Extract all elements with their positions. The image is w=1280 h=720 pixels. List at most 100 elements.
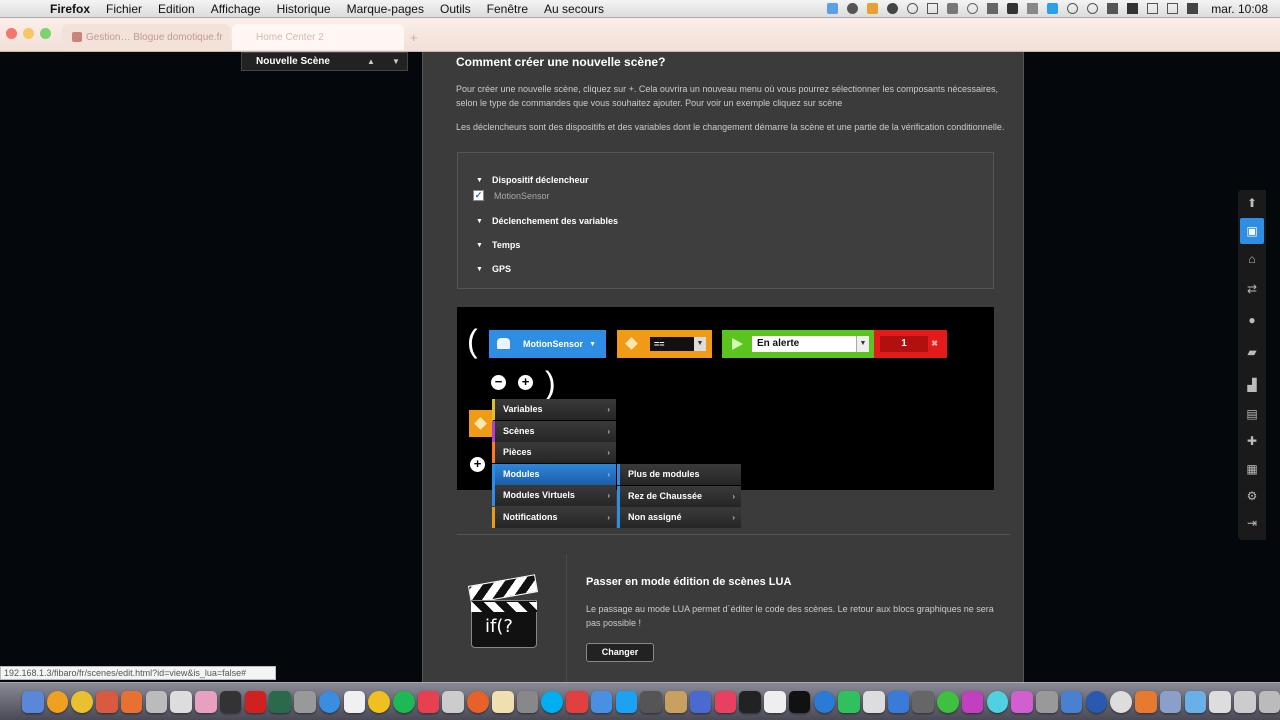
value-field[interactable]: 1	[880, 336, 928, 352]
change-mode-button[interactable]: Changer	[586, 643, 654, 662]
operator-select[interactable]: == ▼	[650, 337, 706, 351]
finder-icon[interactable]	[22, 690, 44, 713]
minimize-window-button[interactable]	[23, 28, 34, 39]
app-icon[interactable]	[986, 690, 1009, 713]
clipboard-icon[interactable]: ▦	[1245, 462, 1259, 476]
app-icon[interactable]	[442, 690, 465, 713]
value-block[interactable]: 1 ✖	[874, 330, 947, 358]
app-icon[interactable]	[1233, 690, 1256, 713]
document-icon[interactable]	[170, 690, 192, 713]
app-icon[interactable]	[566, 690, 588, 713]
app-icon[interactable]	[244, 690, 267, 713]
save-icon[interactable]: ▣	[1240, 218, 1264, 244]
display-icon[interactable]	[1167, 3, 1179, 14]
books-icon[interactable]	[665, 690, 687, 713]
state-select[interactable]: En alerte ▼	[752, 336, 869, 352]
app-icon[interactable]	[887, 690, 910, 713]
app-icon[interactable]	[689, 690, 712, 713]
calendar-icon[interactable]	[343, 690, 366, 713]
app-icon[interactable]	[764, 690, 786, 713]
app-icon[interactable]	[912, 690, 934, 713]
twitter-icon[interactable]	[615, 690, 638, 713]
operator-block[interactable]: == ▼	[617, 330, 712, 358]
chart-icon[interactable]: ▟	[1245, 378, 1259, 392]
skype-icon[interactable]	[541, 690, 563, 713]
dropbox-icon[interactable]	[827, 3, 839, 14]
firefox-icon[interactable]	[467, 690, 489, 713]
add-condition-button[interactable]: +	[518, 375, 533, 390]
checkbox[interactable]: ✓	[473, 190, 484, 201]
device-block[interactable]: MotionSensor ▼	[489, 330, 606, 358]
spotify-icon[interactable]	[393, 690, 415, 713]
time-machine-icon[interactable]	[1087, 3, 1099, 14]
battery-icon[interactable]	[1007, 3, 1019, 14]
menu-fichier[interactable]: Fichier	[98, 2, 150, 16]
new-tab-icon[interactable]: +	[410, 30, 418, 45]
menu-item-modules[interactable]: Modules ›	[492, 463, 616, 485]
close-icon[interactable]: ✖	[931, 339, 938, 348]
menu-outils[interactable]: Outils	[432, 2, 479, 16]
wifi-icon[interactable]	[1147, 3, 1159, 14]
headphones-icon[interactable]	[887, 3, 899, 14]
app-icon[interactable]	[120, 690, 143, 713]
chevron-up-icon[interactable]: ▲	[367, 57, 375, 66]
menu-affichage[interactable]: Affichage	[203, 2, 269, 16]
state-block[interactable]: En alerte ▼	[722, 330, 874, 358]
gift-icon[interactable]: ▤	[1245, 407, 1259, 421]
app-icon[interactable]	[838, 690, 860, 713]
app-icon[interactable]	[862, 690, 885, 713]
activity-monitor-icon[interactable]	[269, 690, 291, 713]
menu-item-pieces[interactable]: Pièces ›	[492, 442, 616, 464]
menu-marque-pages[interactable]: Marque-pages	[339, 2, 432, 16]
zoom-window-button[interactable]	[40, 28, 51, 39]
app-icon[interactable]	[1085, 690, 1108, 713]
app-icon[interactable]	[195, 690, 217, 713]
sync-icon[interactable]	[907, 3, 919, 14]
trash-icon[interactable]	[1258, 690, 1280, 713]
app-icon[interactable]	[1135, 690, 1157, 713]
menu-item-modules-virtuels[interactable]: Modules Virtuels ›	[492, 485, 616, 507]
clapper-icon[interactable]: ▰	[1245, 345, 1259, 359]
downloads-icon[interactable]	[1184, 690, 1207, 713]
submenu-item-plus-de-modules[interactable]: Plus de modules	[617, 464, 741, 485]
terminal-icon[interactable]	[739, 690, 761, 713]
app-icon[interactable]	[219, 690, 242, 713]
plugins-icon[interactable]: ✚	[1245, 434, 1259, 448]
trigger-device-item[interactable]: ✓ MotionSensor	[473, 190, 550, 201]
app-icon[interactable]	[714, 690, 737, 713]
submenu-item-rez-de-chaussee[interactable]: Rez de Chaussée ›	[617, 485, 741, 507]
app-icon[interactable]	[1060, 690, 1083, 713]
app-icon[interactable]	[640, 690, 662, 713]
info-icon[interactable]	[1067, 3, 1079, 14]
app-icon[interactable]	[491, 690, 514, 713]
menu-item-scenes[interactable]: Scènes ›	[492, 420, 616, 442]
browser-tab-active[interactable]: Home Center 2	[232, 24, 404, 50]
drive-icon[interactable]	[867, 3, 879, 14]
app-icon[interactable]	[1011, 690, 1033, 713]
app-icon[interactable]	[813, 690, 836, 713]
scene-name-bar[interactable]: Nouvelle Scène ▲ ▼	[241, 52, 408, 71]
app-icon[interactable]	[1036, 690, 1058, 713]
screen-icon[interactable]	[927, 3, 939, 14]
help-icon[interactable]	[1110, 690, 1132, 713]
remove-condition-button[interactable]: −	[491, 375, 506, 390]
volume-icon[interactable]	[1187, 3, 1199, 14]
gear-icon[interactable]: ⚙	[1245, 489, 1259, 503]
trigger-device-header[interactable]: ▼ Dispositif déclencheur	[476, 175, 589, 185]
keyboard-icon[interactable]	[1107, 3, 1119, 14]
app-icon[interactable]	[96, 690, 118, 713]
app-icon[interactable]	[516, 690, 539, 713]
sonos-icon[interactable]	[788, 690, 811, 713]
add-block-button[interactable]: +	[470, 457, 485, 472]
cast-icon[interactable]	[1027, 3, 1039, 14]
preview-icon[interactable]	[145, 690, 168, 713]
operator-mini-block[interactable]	[469, 410, 493, 437]
documents-icon[interactable]	[1209, 690, 1231, 713]
bulb-icon[interactable]: ●	[1245, 313, 1259, 327]
app-icon[interactable]	[368, 690, 390, 713]
app-icon[interactable]	[937, 690, 959, 713]
trigger-variables-header[interactable]: ▼ Déclenchement des variables	[476, 216, 618, 226]
app-icon[interactable]	[947, 3, 959, 14]
menu-au-secours[interactable]: Au secours	[536, 2, 612, 16]
menu-item-variables[interactable]: Variables ›	[492, 399, 616, 420]
